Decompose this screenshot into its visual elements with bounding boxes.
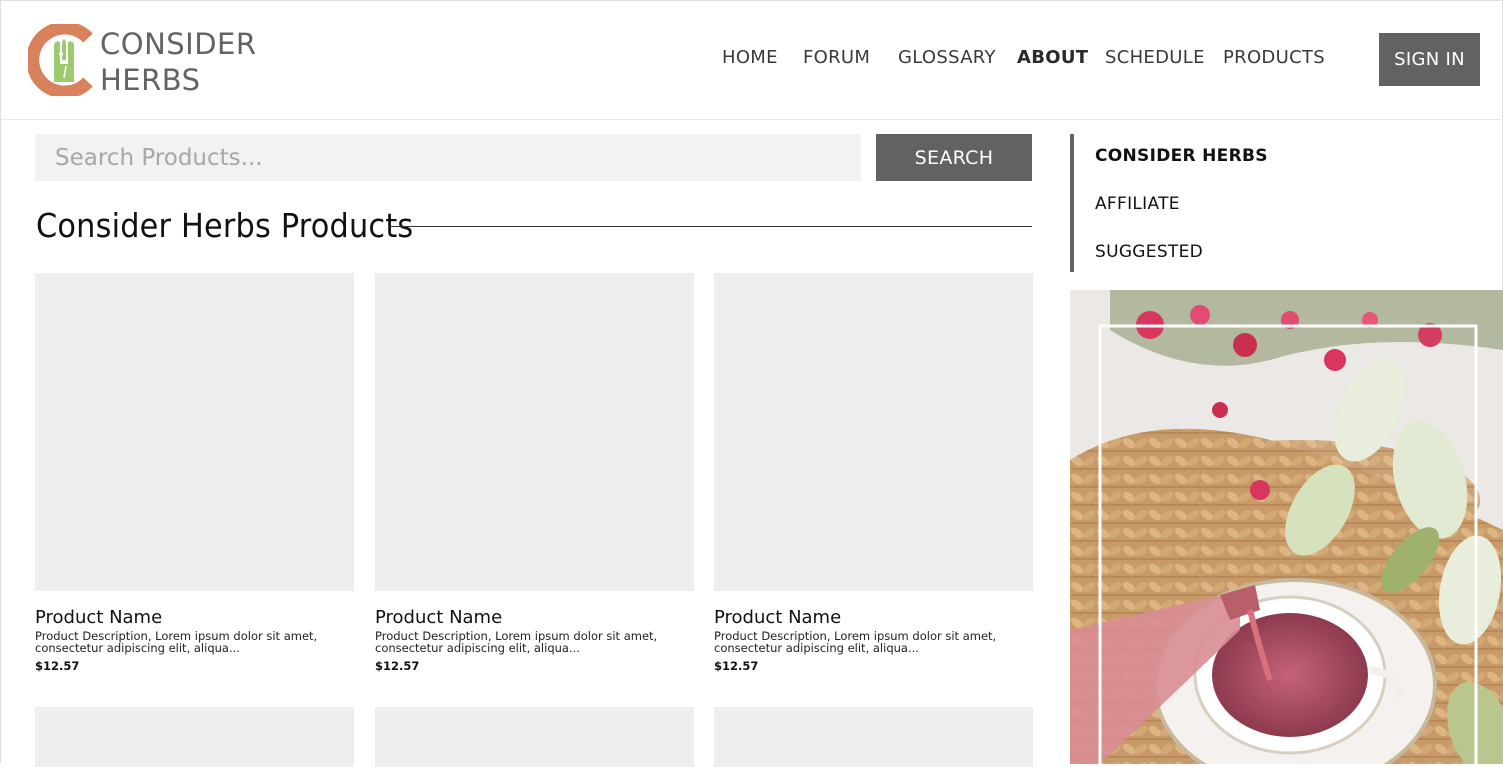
logo-line-2: HERBS <box>100 63 201 97</box>
product-card[interactable] <box>714 707 1033 767</box>
sidebar-item-affiliate[interactable]: AFFILIATE <box>1095 194 1180 214</box>
promo-photo[interactable] <box>1070 290 1503 764</box>
product-description: Product Description, Lorem ipsum dolor s… <box>35 629 318 655</box>
product-price: $12.57 <box>375 659 420 673</box>
tea-photo-illustration <box>1070 290 1503 764</box>
page-title: Consider Herbs Products <box>36 206 414 245</box>
search-input[interactable] <box>35 134 861 181</box>
product-image[interactable] <box>714 273 1033 591</box>
product-price: $12.57 <box>35 659 80 673</box>
consider-herbs-logo[interactable]: CONSIDER HERBS <box>28 24 268 98</box>
product-category-menu: CONSIDER HERBS AFFILIATE SUGGESTED <box>1070 134 1374 272</box>
product-image[interactable] <box>35 707 354 767</box>
product-image[interactable] <box>375 707 694 767</box>
product-description: Product Description, Lorem ipsum dolor s… <box>375 629 658 655</box>
product-name[interactable]: Product Name <box>714 608 1033 628</box>
logo-mark-icon <box>28 24 93 96</box>
logo-text: CONSIDER HERBS <box>100 26 257 98</box>
sidebar-item-suggested[interactable]: SUGGESTED <box>1095 242 1203 262</box>
site-header: CONSIDER HERBS HOME FORUM GLOSSARY ABOUT… <box>0 0 1503 120</box>
nav-item-glossary[interactable]: GLOSSARY <box>898 47 996 68</box>
product-card[interactable] <box>35 707 354 767</box>
product-card[interactable]: Product Name Product Description, Lorem … <box>35 273 354 673</box>
product-image[interactable] <box>35 273 354 591</box>
product-card[interactable]: Product Name Product Description, Lorem … <box>714 273 1033 673</box>
product-name[interactable]: Product Name <box>375 608 694 628</box>
product-description: Product Description, Lorem ipsum dolor s… <box>714 629 997 655</box>
sign-in-button[interactable]: SIGN IN <box>1379 33 1480 86</box>
nav-item-products[interactable]: PRODUCTS <box>1223 47 1325 68</box>
product-name[interactable]: Product Name <box>35 608 354 628</box>
nav-item-forum[interactable]: FORUM <box>803 47 870 68</box>
product-image[interactable] <box>714 707 1033 767</box>
nav-item-about[interactable]: ABOUT <box>1017 47 1088 68</box>
product-card[interactable] <box>375 707 694 767</box>
nav-item-schedule[interactable]: SCHEDULE <box>1105 47 1205 68</box>
sidebar-item-consider-herbs[interactable]: CONSIDER HERBS <box>1095 146 1268 166</box>
search-button[interactable]: SEARCH <box>876 134 1032 181</box>
title-divider <box>389 226 1032 227</box>
nav-item-home[interactable]: HOME <box>722 47 778 68</box>
logo-line-1: CONSIDER <box>100 27 257 61</box>
product-card[interactable]: Product Name Product Description, Lorem … <box>375 273 694 673</box>
product-image[interactable] <box>375 273 694 591</box>
product-price: $12.57 <box>714 659 759 673</box>
